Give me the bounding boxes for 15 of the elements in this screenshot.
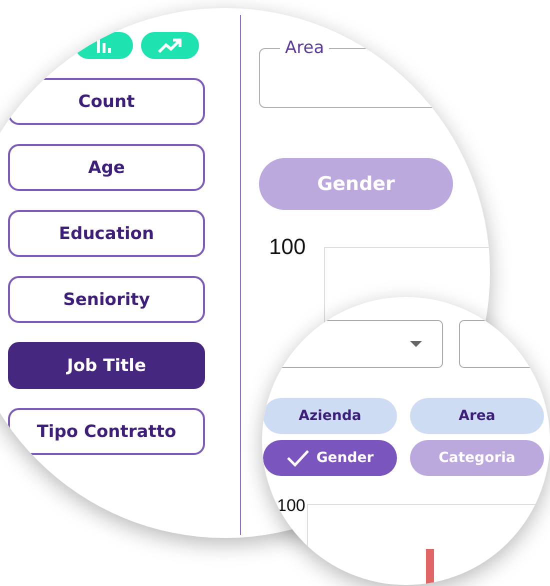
filter-chip[interactable]: Area: [410, 398, 544, 434]
sidebar-item[interactable]: Seniority: [8, 276, 205, 323]
y-axis-label: 100: [269, 234, 306, 260]
sidebar-item[interactable]: Age: [8, 144, 205, 191]
sidebar-item[interactable]: Education: [8, 210, 205, 257]
sidebar-item[interactable]: Count: [8, 78, 205, 125]
filter-chip[interactable]: Azienda: [263, 398, 397, 434]
sidebar-item[interactable]: Tipo Contratto: [8, 408, 205, 455]
y-axis-label: 100: [277, 496, 306, 516]
checkmark-icon: [286, 449, 310, 467]
caret-icon: [410, 341, 422, 347]
sidebar-item[interactable]: Job Title: [8, 342, 205, 389]
line-chart-button[interactable]: [141, 32, 199, 59]
trend-line-icon: [157, 36, 183, 54]
filter-chip[interactable]: Gender: [263, 440, 397, 476]
